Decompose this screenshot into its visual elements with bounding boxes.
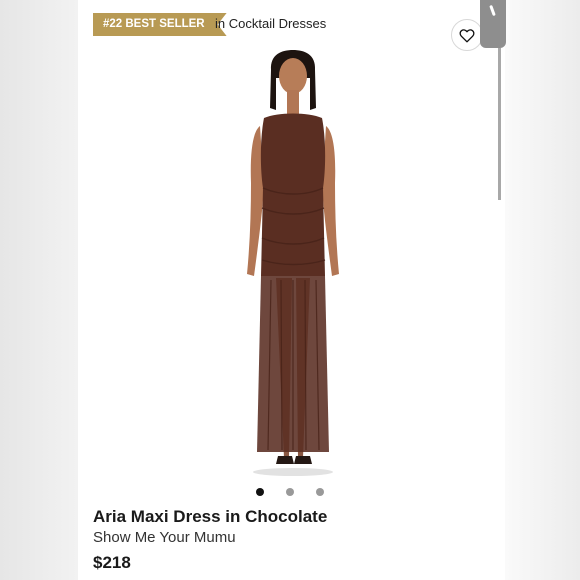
favorite-button[interactable]	[451, 19, 483, 51]
left-backdrop	[0, 0, 78, 580]
model-neck	[287, 90, 299, 116]
product-price: $218	[93, 553, 131, 572]
best-seller-badge: #22 BEST SELLER	[93, 13, 227, 36]
handle-mark	[489, 4, 496, 17]
product-image[interactable]	[226, 48, 360, 478]
gallery-pagination	[256, 488, 324, 496]
heart-outline-icon	[459, 28, 475, 42]
right-backdrop	[505, 0, 580, 580]
scroll-handle[interactable]	[480, 0, 506, 48]
product-brand[interactable]: Show Me Your Mumu	[93, 529, 236, 546]
pagination-dot[interactable]	[316, 488, 324, 496]
scrollbar-track[interactable]	[498, 48, 501, 200]
floor-shadow	[253, 468, 333, 476]
model-face	[279, 58, 307, 94]
pagination-dot[interactable]	[286, 488, 294, 496]
pagination-dot[interactable]	[256, 488, 264, 496]
model-shoes	[276, 456, 312, 464]
product-title[interactable]: Aria Maxi Dress in Chocolate	[93, 507, 327, 527]
product-page: #22 BEST SELLER in Cocktail Dresses Aria…	[78, 0, 506, 580]
dress-bodice	[260, 113, 326, 276]
badge-category-text[interactable]: in Cocktail Dresses	[215, 16, 326, 31]
